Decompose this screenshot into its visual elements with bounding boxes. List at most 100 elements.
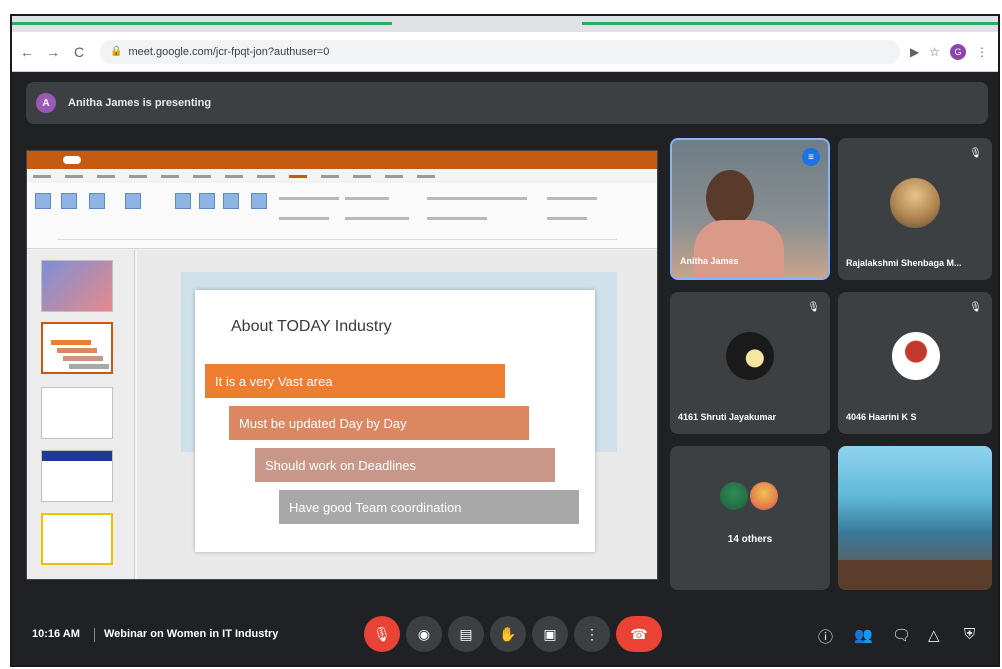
ribbon-option — [547, 197, 597, 200]
ppt-tab — [385, 174, 403, 178]
hand-icon: ✋ — [499, 625, 517, 642]
participant-video-ground — [838, 560, 992, 590]
ppt-ribbon — [27, 183, 657, 249]
back-icon[interactable]: ← — [16, 41, 38, 63]
slide-bullet: Must be updated Day by Day — [229, 406, 529, 440]
ribbon-option — [427, 197, 527, 200]
mic-off-icon: 🎙 — [807, 302, 820, 313]
forward-icon[interactable]: → — [42, 41, 64, 63]
participant-avatar — [750, 482, 778, 510]
participant-name: 4046 Haarini K S — [846, 412, 917, 422]
meeting-details-icon[interactable]: ⓘ — [818, 626, 833, 647]
profile-avatar[interactable]: G — [950, 43, 966, 60]
participant-tile[interactable]: 🎙 4046 Haarini K S — [838, 292, 992, 434]
ppt-tab-slideshow — [289, 174, 307, 178]
participant-tile[interactable]: 🎙 Rajalakshmi Shenbaga M... — [838, 138, 992, 280]
present-now-button[interactable]: ▣ — [532, 616, 568, 652]
camera-toggle-button[interactable]: ◉ — [406, 616, 442, 652]
ppt-tab — [353, 174, 371, 178]
current-slide: About TODAY Industry It is a very Vast a… — [195, 290, 595, 552]
tab-indicator-left — [12, 22, 392, 25]
participant-video-body — [694, 220, 784, 278]
ppt-tab — [65, 174, 83, 178]
reload-icon[interactable]: C — [68, 41, 90, 63]
others-count: 14 others — [727, 534, 773, 545]
slide-bullet: Should work on Deadlines — [255, 448, 555, 482]
camera-indicator-icon[interactable]: ▶ — [910, 45, 919, 59]
ribbon-icon — [175, 193, 191, 209]
captions-button[interactable]: ▤ — [448, 616, 484, 652]
ribbon-icon — [251, 193, 267, 209]
bookmark-star-icon[interactable]: ☆ — [929, 45, 940, 59]
slide-thumbnail — [41, 387, 113, 439]
ppt-tab — [257, 174, 275, 178]
ppt-ribbon-tabs — [27, 169, 657, 183]
browser-actions: ▶ ☆ G ⋮ — [910, 43, 988, 60]
browser-menu-icon[interactable]: ⋮ — [976, 45, 988, 59]
participant-tile[interactable]: 🎙 4161 Shruti Jayakumar — [670, 292, 830, 434]
ribbon-option — [279, 197, 339, 200]
ribbon-option — [547, 217, 587, 220]
slide-heading: About TODAY Industry — [231, 318, 392, 335]
activities-icon[interactable]: △ — [928, 626, 940, 644]
ppt-tab — [161, 174, 179, 178]
presenting-banner: A Anitha James is presenting — [26, 82, 988, 124]
ppt-tab — [129, 174, 147, 178]
microphone-toggle-button[interactable]: 🎙 — [364, 616, 400, 652]
ribbon-icon — [61, 193, 77, 209]
ribbon-icon — [35, 193, 51, 209]
slide-canvas: About TODAY Industry It is a very Vast a… — [137, 250, 657, 579]
ppt-tab — [321, 174, 339, 178]
participant-tile-speaking[interactable]: ≡ Anitha James — [670, 138, 830, 280]
more-icon: ⋮ — [585, 625, 599, 642]
captions-icon: ▤ — [459, 625, 473, 642]
lock-icon: 🔒 — [110, 46, 123, 57]
participant-avatar — [720, 482, 748, 510]
slide-thumbnail-current — [41, 322, 113, 374]
participant-video — [706, 170, 754, 226]
participant-name: Rajalakshmi Shenbaga M... — [846, 258, 962, 268]
raise-hand-button[interactable]: ✋ — [490, 616, 526, 652]
people-icon[interactable]: 👥 — [854, 626, 873, 644]
present-icon: ▣ — [543, 625, 557, 642]
mic-off-icon: 🎙 — [969, 148, 982, 159]
autosave-toggle-icon — [63, 156, 81, 164]
slide-bullet: It is a very Vast area — [205, 364, 505, 398]
slide-thumbnail — [41, 260, 113, 312]
shared-screen: About TODAY Industry It is a very Vast a… — [26, 150, 658, 580]
ribbon-icon — [89, 193, 105, 209]
chat-icon[interactable]: 🗨 — [892, 626, 911, 644]
ribbon-option — [427, 217, 487, 220]
meeting-title: Webinar on Women in IT Industry — [104, 628, 279, 640]
ppt-tab — [193, 174, 211, 178]
ribbon-icon — [199, 193, 215, 209]
hangup-icon: ☎ — [630, 625, 648, 642]
presenting-text: Anitha James is presenting — [68, 97, 212, 109]
ppt-tab — [33, 174, 51, 178]
camera-icon: ◉ — [417, 625, 431, 642]
ppt-tab — [417, 174, 435, 178]
slide-thumbnails — [27, 250, 135, 579]
ppt-tab — [97, 174, 115, 178]
ribbon-icon — [223, 193, 239, 209]
participant-tile[interactable] — [838, 446, 992, 590]
ribbon-group-divider — [57, 239, 617, 240]
browser-toolbar: ← → C 🔒 meet.google.com/jcr-fpqt-jon?aut… — [12, 32, 998, 72]
meet-window: ← → C 🔒 meet.google.com/jcr-fpqt-jon?aut… — [10, 14, 1000, 667]
ribbon-option — [345, 197, 389, 200]
leave-call-button[interactable]: ☎ — [616, 616, 662, 652]
participant-avatar — [890, 178, 940, 228]
tab-strip — [12, 16, 998, 32]
participant-name: 4161 Shruti Jayakumar — [678, 412, 777, 422]
ribbon-option — [345, 217, 409, 220]
more-options-button[interactable]: ⋮ — [574, 616, 610, 652]
address-bar[interactable]: 🔒 meet.google.com/jcr-fpqt-jon?authuser=… — [100, 39, 900, 64]
participant-name: Anitha James — [680, 256, 739, 266]
host-controls-icon[interactable]: ⛨ — [964, 626, 975, 643]
others-tile[interactable]: 14 others — [670, 446, 830, 590]
meeting-controls-bar: 10:16 AM Webinar on Women in IT Industry… — [12, 606, 998, 665]
meeting-time: 10:16 AM — [32, 628, 80, 640]
url-text: meet.google.com/jcr-fpqt-jon?authuser=0 — [128, 45, 330, 58]
ppt-title-bar — [27, 151, 657, 169]
mic-off-icon: 🎙 — [373, 625, 391, 642]
